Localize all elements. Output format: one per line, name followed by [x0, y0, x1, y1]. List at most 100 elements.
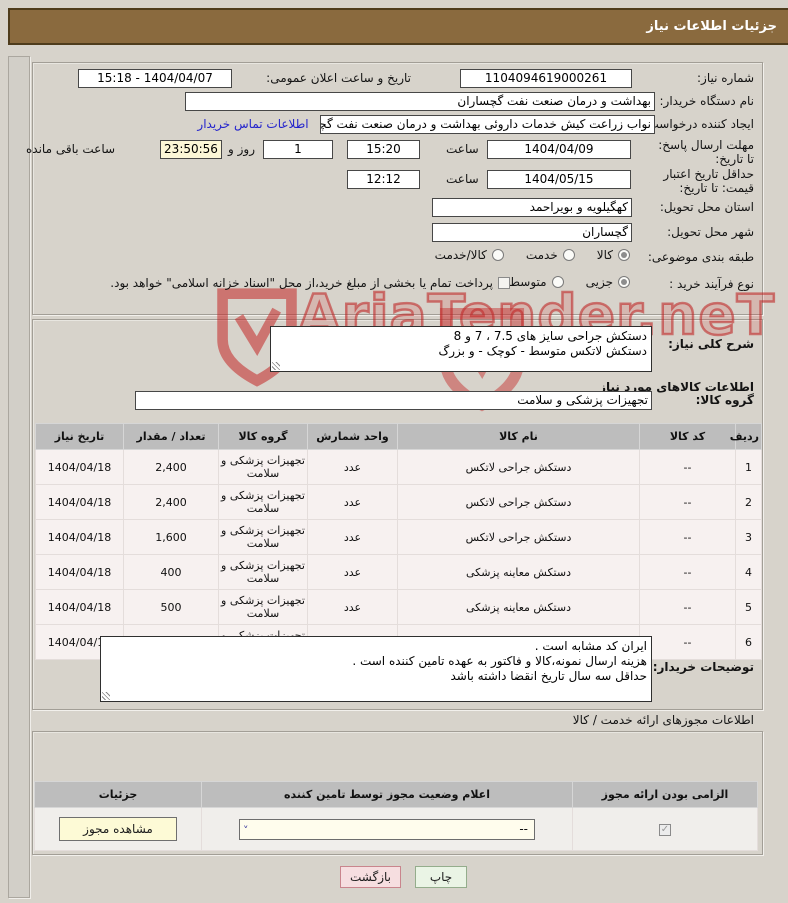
license-section-title: اطلاعات مجوزهای ارائه خدمت / کالا: [572, 713, 754, 727]
radio-label: کالا/خدمت: [434, 248, 487, 262]
validity-hour-label: ساعت: [446, 172, 479, 186]
subject-class-label: طبقه بندی موضوعی:: [647, 250, 754, 264]
price-validity-label: حداقل تاریخ اعتبار قیمت: تا تاریخ:: [663, 167, 754, 195]
validity-time-field[interactable]: 12:12: [347, 170, 420, 189]
buyer-org-field[interactable]: بهداشت و درمان صنعت نفت گچساران: [185, 92, 655, 111]
column-header: تاریخ نیاز: [35, 423, 124, 450]
column-header: اعلام وضعیت مجوز توسط تامین کننده: [201, 781, 573, 808]
table-cell: عدد: [307, 519, 398, 555]
table-cell: تجهیزات پزشکی و سلامت: [218, 554, 308, 590]
table-row: 3 -- دستکش جراحی لاتکس عدد تجهیزات پزشکی…: [35, 519, 762, 555]
radio-label: جزیی: [585, 275, 613, 289]
goods-table-body: 1 -- دستکش جراحی لاتکس عدد تجهیزات پزشکی…: [35, 449, 762, 660]
table-cell: دستکش جراحی لاتکس: [397, 449, 640, 485]
license-required-checkbox-icon: [659, 824, 671, 836]
table-cell: تجهیزات پزشکی و سلامت: [218, 449, 308, 485]
view-license-button[interactable]: مشاهده مجوز: [59, 817, 177, 841]
buyer-contact-link[interactable]: اطلاعات تماس خریدار: [188, 117, 318, 131]
table-row: 1 -- دستکش جراحی لاتکس عدد تجهیزات پزشکی…: [35, 449, 762, 485]
announce-datetime-field[interactable]: 1404/04/07 - 15:18: [78, 69, 232, 88]
table-row: 2 -- دستکش جراحی لاتکس عدد تجهیزات پزشکی…: [35, 484, 762, 520]
license-table-row: -- ˅ مشاهده مجوز: [34, 807, 758, 851]
table-cell: 4: [735, 554, 762, 590]
table-cell: 1404/04/18: [35, 554, 124, 590]
license-details-cell: مشاهده مجوز: [34, 807, 202, 851]
need-number-field[interactable]: 1104094619000261: [460, 69, 632, 88]
deadline-time-field[interactable]: 15:20: [347, 140, 420, 159]
license-status-value: --: [519, 821, 528, 836]
print-button[interactable]: چاپ: [415, 866, 467, 888]
radio-option-goods[interactable]: کالا: [597, 248, 630, 262]
radio-icon[interactable]: [551, 276, 564, 288]
resize-handle-icon[interactable]: [272, 362, 280, 370]
radio-icon[interactable]: [562, 249, 575, 261]
radio-option-medium[interactable]: متوسط: [509, 275, 564, 289]
table-cell: تجهیزات پزشکی و سلامت: [218, 484, 308, 520]
need-description-label: شرح کلی نیاز:: [668, 337, 754, 351]
table-cell: 1: [735, 449, 762, 485]
table-cell: 3: [735, 519, 762, 555]
table-cell: دستکش معاینه پزشکی: [397, 554, 640, 590]
table-cell: 2,400: [123, 484, 219, 520]
radio-option-goods-service[interactable]: کالا/خدمت: [435, 248, 504, 262]
license-table-header-row: الزامی بودن ارائه مجوز اعلام وضعیت مجوز ت…: [34, 781, 758, 808]
license-table: الزامی بودن ارائه مجوز اعلام وضعیت مجوز ت…: [34, 781, 758, 851]
column-header: ردیف: [730, 423, 762, 450]
province-field[interactable]: کهگیلویه و بویراحمد: [432, 198, 632, 217]
side-strip: [8, 56, 30, 898]
table-row: 4 -- دستکش معاینه پزشکی عدد تجهیزات پزشک…: [35, 554, 762, 590]
column-header: نام کالا: [397, 423, 640, 450]
remaining-suffix-label: ساعت باقی مانده: [26, 142, 116, 156]
deadline-hour-label: ساعت: [446, 142, 479, 156]
table-cell: 1404/04/18: [35, 484, 124, 520]
radio-option-service[interactable]: خدمت: [526, 248, 575, 262]
page: جزئیات اطلاعات نیاز AriaTender.neT شماره…: [0, 0, 788, 903]
validity-date-field[interactable]: 1404/05/15: [487, 170, 631, 189]
announce-datetime-label: تاریخ و ساعت اعلان عمومی:: [266, 71, 411, 85]
need-description-textarea[interactable]: دستکش جراحی سایز های 7.5 ، 7 و 8 دستکش ل…: [270, 326, 652, 372]
table-cell: دستکش معاینه پزشکی: [397, 589, 640, 625]
remaining-days-label: روز و: [228, 142, 255, 156]
treasury-option: پرداخت تمام یا بخشی از مبلغ خرید،از محل …: [110, 276, 510, 290]
radio-label: متوسط: [508, 275, 547, 289]
table-cell: دستکش جراحی لاتکس: [397, 484, 640, 520]
radio-icon[interactable]: [618, 249, 630, 261]
city-label: شهر محل تحویل:: [667, 225, 754, 239]
table-cell: 6: [735, 624, 762, 660]
table-cell: 2: [735, 484, 762, 520]
table-cell: 1404/04/18: [35, 589, 124, 625]
column-header: واحد شمارش: [307, 423, 398, 450]
column-header: کد کالا: [639, 423, 736, 450]
table-cell: تجهیزات پزشکی و سلامت: [218, 589, 308, 625]
deadline-date-field[interactable]: 1404/04/09: [487, 140, 631, 159]
buyer-org-label: نام دستگاه خریدار:: [659, 94, 755, 108]
province-label: استان محل تحویل:: [659, 200, 754, 214]
checkbox-icon[interactable]: [498, 277, 510, 289]
remaining-days-field[interactable]: 1: [263, 140, 333, 159]
column-header: جزئیات: [34, 781, 202, 808]
radio-icon[interactable]: [618, 276, 630, 288]
column-header: الزامی بودن ارائه مجوز: [572, 781, 758, 808]
buyer-notes-textarea[interactable]: ایران کد مشابه است . هزینه ارسال نمونه،ک…: [100, 636, 652, 702]
table-cell: --: [639, 624, 736, 660]
radio-label: خدمت: [525, 248, 558, 262]
resize-handle-icon[interactable]: [102, 692, 110, 700]
table-cell: --: [639, 449, 736, 485]
goods-group-field[interactable]: تجهیزات پزشکی و سلامت: [135, 391, 652, 410]
need-number-label: شماره نیاز:: [697, 71, 754, 85]
treasury-checkbox-option[interactable]: پرداخت تمام یا بخشی از مبلغ خرید،از محل …: [110, 276, 510, 290]
radio-option-minor[interactable]: جزیی: [586, 275, 630, 289]
back-button[interactable]: بازگشت: [340, 866, 401, 888]
goods-group-label: گروه کالا:: [695, 393, 754, 407]
table-row: 5 -- دستکش معاینه پزشکی عدد تجهیزات پزشک…: [35, 589, 762, 625]
license-status-select[interactable]: -- ˅: [239, 818, 535, 840]
table-cell: --: [639, 554, 736, 590]
treasury-label: پرداخت تمام یا بخشی از مبلغ خرید،از محل …: [110, 276, 493, 290]
table-cell: --: [639, 484, 736, 520]
radio-icon[interactable]: [491, 249, 504, 261]
request-creator-field[interactable]: نواب زراعت کیش خدمات داروئی بهداشت و درم…: [320, 115, 655, 134]
city-field[interactable]: گچساران: [432, 223, 632, 242]
response-deadline-label: مهلت ارسال پاسخ: تا تاریخ:: [658, 138, 754, 166]
table-cell: 500: [123, 589, 219, 625]
goods-table: ردیف کد کالا نام کالا واحد شمارش گروه کالا تع…: [35, 423, 762, 660]
